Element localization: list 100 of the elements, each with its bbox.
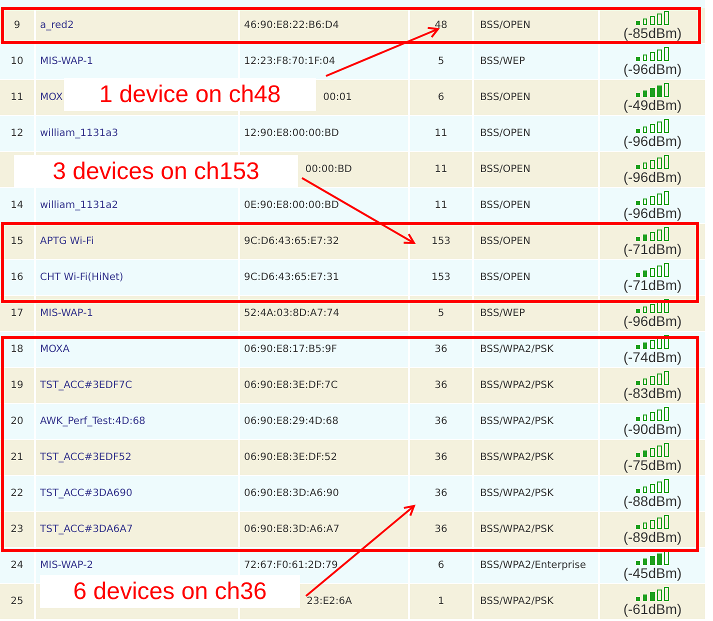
- signal-reading: (-61dBm): [623, 600, 682, 616]
- row-number: 22: [10, 487, 24, 501]
- channel-number: 5: [438, 307, 444, 321]
- ssid-link[interactable]: a_red2: [40, 18, 74, 33]
- security-mode: BSS/WPA2/PSK: [480, 343, 554, 357]
- channel-number: 5: [438, 55, 444, 69]
- ssid-link[interactable]: TST_ACC#3EDF7C: [40, 378, 132, 393]
- channel-number: 153: [431, 235, 451, 249]
- signal-reading: (-90dBm): [623, 420, 682, 436]
- security-mode: BSS/OPEN: [480, 127, 530, 141]
- channel-number: 11: [434, 199, 448, 213]
- channel-number: 36: [434, 379, 448, 393]
- channel-number: 11: [434, 127, 448, 141]
- ssid-link[interactable]: MIS-WAP-2: [40, 558, 94, 573]
- mac-address: 72:67:F0:61:2D:79: [244, 559, 338, 573]
- mac-address: 06:90:E8:3E:DF:7C: [244, 379, 338, 393]
- channel-number: 153: [431, 271, 451, 285]
- signal-reading: (-96dBm): [623, 132, 682, 148]
- row-number: 9: [14, 19, 20, 33]
- row-number: 15: [10, 235, 24, 249]
- mac-address: 52:4A:03:8D:A7:74: [244, 307, 340, 321]
- channel-number: 36: [434, 451, 448, 465]
- security-mode: BSS/WPA2/PSK: [480, 415, 554, 429]
- row-number: 10: [10, 55, 24, 69]
- row-number: 17: [10, 307, 24, 321]
- mac-address: 0E:90:E8:00:00:BD: [244, 199, 339, 213]
- security-mode: BSS/WPA2/PSK: [480, 523, 554, 537]
- row-number: 18: [10, 343, 24, 357]
- ssid-link[interactable]: TST_ACC#3EDF52: [40, 450, 132, 465]
- security-mode: BSS/OPEN: [480, 199, 530, 213]
- channel-number: 36: [434, 487, 448, 501]
- signal-reading: (-71dBm): [623, 240, 682, 256]
- row-number: 11: [10, 91, 24, 105]
- row-number: 25: [10, 595, 24, 609]
- channel-number: 6: [438, 559, 444, 573]
- mac-address: 06:90:E8:3D:A6:90: [244, 487, 339, 501]
- signal-reading: (-83dBm): [623, 384, 682, 400]
- channel-number: 48: [434, 19, 448, 33]
- row-number: 23: [10, 523, 24, 537]
- mac-address: 00:01: [323, 91, 352, 105]
- mac-address: 06:90:E8:17:B5:9F: [244, 343, 338, 357]
- channel-number: 36: [434, 523, 448, 537]
- row-number: 21: [10, 451, 24, 465]
- signal-reading: (-49dBm): [623, 96, 682, 112]
- ssid-link[interactable]: AWK_Perf_Test:4D:68: [40, 414, 146, 429]
- mac-address: 06:90:E8:3E:DF:52: [244, 451, 338, 465]
- security-mode: BSS/OPEN: [480, 235, 530, 249]
- ssid-link[interactable]: MOX: [40, 90, 63, 105]
- signal-reading: (-96dBm): [623, 204, 682, 220]
- signal-reading: (-75dBm): [623, 456, 682, 472]
- signal-reading: (-45dBm): [623, 564, 682, 580]
- mac-address: 9C:D6:43:65:E7:31: [244, 271, 340, 285]
- annotation-label: 1 device on ch48: [64, 78, 316, 111]
- security-mode: BSS/WEP: [480, 55, 525, 69]
- channel-number: 11: [434, 163, 448, 177]
- security-mode: BSS/WEP: [480, 307, 525, 321]
- security-mode: BSS/WPA2/PSK: [480, 379, 554, 393]
- row-number: 19: [10, 379, 24, 393]
- row-number: 20: [10, 415, 24, 429]
- channel-number: 6: [438, 91, 444, 105]
- mac-address: 9C:D6:43:65:E7:32: [244, 235, 340, 249]
- row-number: 16: [10, 271, 24, 285]
- security-mode: BSS/WPA2/Enterprise: [480, 559, 586, 573]
- signal-reading: (-74dBm): [623, 348, 682, 364]
- row-number: 12: [10, 127, 24, 141]
- channel-number: 1: [438, 595, 444, 609]
- ssid-link[interactable]: TST_ACC#3DA6A7: [40, 522, 133, 537]
- mac-address: 23:E2:6A: [306, 595, 352, 609]
- security-mode: BSS/OPEN: [480, 19, 530, 33]
- row-number: 14: [10, 199, 24, 213]
- security-mode: BSS/OPEN: [480, 271, 530, 285]
- security-mode: BSS/WPA2/PSK: [480, 595, 554, 609]
- ssid-link[interactable]: william_1131a3: [40, 126, 118, 141]
- channel-number: 36: [434, 343, 448, 357]
- row-number: 24: [10, 559, 24, 573]
- signal-reading: (-71dBm): [623, 276, 682, 292]
- mac-address: 00:00:BD: [305, 163, 352, 177]
- security-mode: BSS/WPA2/PSK: [480, 451, 554, 465]
- mac-address: 06:90:E8:3D:A6:A7: [244, 523, 340, 537]
- mac-address: 12:23:F8:70:1F:04: [244, 55, 336, 69]
- ssid-link[interactable]: MIS-WAP-1: [40, 54, 94, 69]
- signal-reading: (-96dBm): [623, 168, 682, 184]
- ssid-link[interactable]: TST_ACC#3DA690: [40, 486, 132, 501]
- signal-reading: (-96dBm): [623, 312, 682, 328]
- security-mode: BSS/WPA2/PSK: [480, 487, 554, 501]
- mac-address: 46:90:E8:22:B6:D4: [244, 19, 339, 33]
- ssid-link[interactable]: MOXA: [40, 342, 70, 357]
- channel-number: 36: [434, 415, 448, 429]
- annotation-label: 6 devices on ch36: [40, 575, 300, 608]
- ssid-link[interactable]: MIS-WAP-1: [40, 306, 94, 321]
- ssid-link[interactable]: APTG Wi-Fi: [40, 234, 94, 249]
- security-mode: BSS/OPEN: [480, 163, 530, 177]
- ssid-link[interactable]: CHT Wi-Fi(HiNet): [40, 270, 124, 285]
- signal-reading: (-85dBm): [623, 24, 682, 40]
- signal-reading: (-88dBm): [623, 492, 682, 508]
- mac-address: 12:90:E8:00:00:BD: [244, 127, 339, 141]
- mac-address: 06:90:E8:29:4D:68: [244, 415, 338, 429]
- annotation-label: 3 devices on ch153: [14, 155, 298, 188]
- signal-reading: (-89dBm): [623, 528, 682, 544]
- ssid-link[interactable]: william_1131a2: [40, 198, 118, 213]
